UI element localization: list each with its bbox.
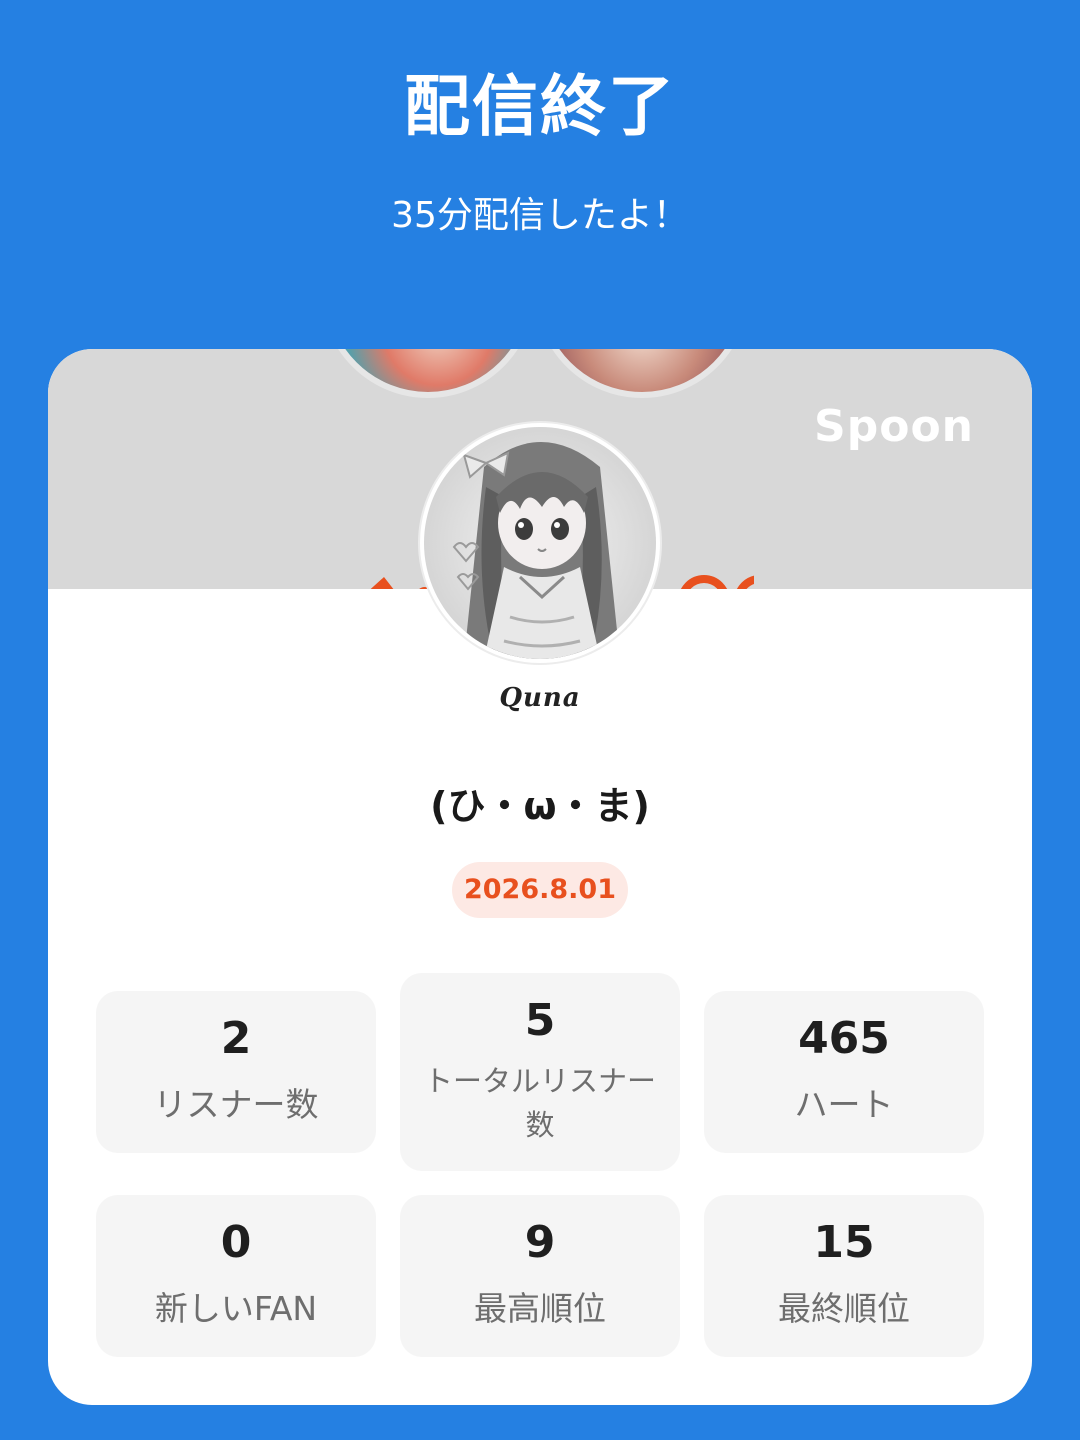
stat-listener-count: 2 リスナー数 <box>96 991 376 1153</box>
stat-highest-rank: 9 最高順位 <box>400 1195 680 1357</box>
spoon-logo: Spoon <box>814 401 974 452</box>
banner-avatar-image <box>321 349 535 398</box>
stat-final-rank: 15 最終順位 <box>704 1195 984 1357</box>
stat-label: トータルリスナー数 <box>424 1064 657 1142</box>
stat-hearts: 465 ハート <box>704 991 984 1153</box>
signature-logo: Quna <box>499 683 581 713</box>
stat-value: 9 <box>524 1217 556 1268</box>
stat-new-fans: 0 新しいFAN <box>96 1195 376 1357</box>
stat-label: ハート <box>794 1085 894 1124</box>
stat-value: 15 <box>813 1217 875 1268</box>
stat-value: 465 <box>798 1013 890 1064</box>
date-badge: 2026.8.01 <box>452 862 628 918</box>
stat-label: 最終順位 <box>778 1289 910 1328</box>
stat-total-listener-count: 5 トータルリスナー数 <box>400 973 680 1171</box>
stat-label: リスナー数 <box>153 1085 319 1124</box>
page-title: 配信終了 <box>404 68 676 145</box>
stat-value: 0 <box>220 1217 252 1268</box>
username: (ひ・ω・ま) <box>430 784 650 828</box>
banner-avatar-image <box>535 349 749 398</box>
stat-label: 新しいFAN <box>154 1289 318 1328</box>
stream-summary-card: Spoon Quna (ひ・ω・ま) 2026.8.01 2 リスナー数 5 ト… <box>48 349 1032 1405</box>
profile-avatar <box>420 423 660 663</box>
stat-value: 2 <box>220 1013 252 1064</box>
stat-value: 5 <box>524 995 556 1046</box>
stat-label: 最高順位 <box>474 1289 606 1328</box>
stream-duration-message: 35分配信したよ！ <box>391 195 689 236</box>
